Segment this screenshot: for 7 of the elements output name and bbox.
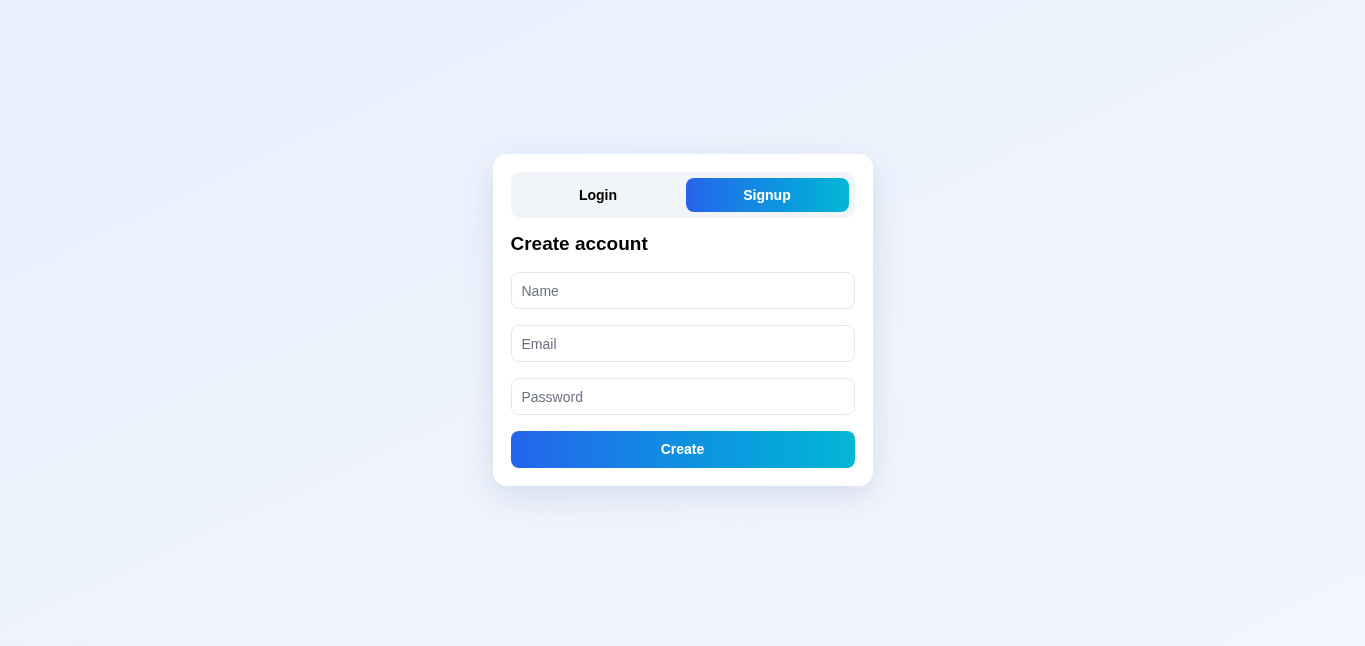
input-field[interactable]: Name	[510, 272, 855, 309]
input-field[interactable]: Password	[510, 378, 855, 415]
input-field[interactable]: Email	[510, 325, 855, 362]
tab[interactable]: Signup	[685, 178, 849, 212]
create-button[interactable]: Create	[510, 431, 855, 468]
tab[interactable]: Login	[516, 178, 680, 212]
form-heading: Create account	[510, 234, 649, 254]
